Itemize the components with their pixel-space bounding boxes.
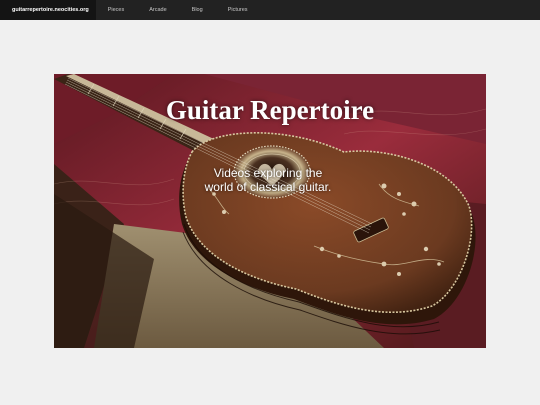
nav-link-pictures[interactable]: Pictures: [228, 7, 248, 13]
hero-title: Guitar Repertoire: [165, 95, 375, 125]
nav-link-pieces[interactable]: Pieces: [108, 7, 125, 13]
hero-subtitle-line-1: Videos exploring the: [213, 166, 323, 180]
top-navbar: guitarrepertoire.neocities.org Pieces Ar…: [0, 0, 540, 20]
site-brand-link[interactable]: guitarrepertoire.neocities.org: [0, 0, 96, 20]
nav-link-arcade[interactable]: Arcade: [149, 7, 166, 13]
hero-subtitle-line-2: world of classical guitar.: [204, 180, 332, 194]
main-nav: Pieces Arcade Blog Pictures: [108, 0, 273, 20]
nav-link-blog[interactable]: Blog: [192, 7, 203, 13]
hero-banner: Guitar Repertoire Videos exploring the w…: [54, 74, 486, 348]
hero-subtitle: Videos exploring the world of classical …: [160, 166, 376, 194]
